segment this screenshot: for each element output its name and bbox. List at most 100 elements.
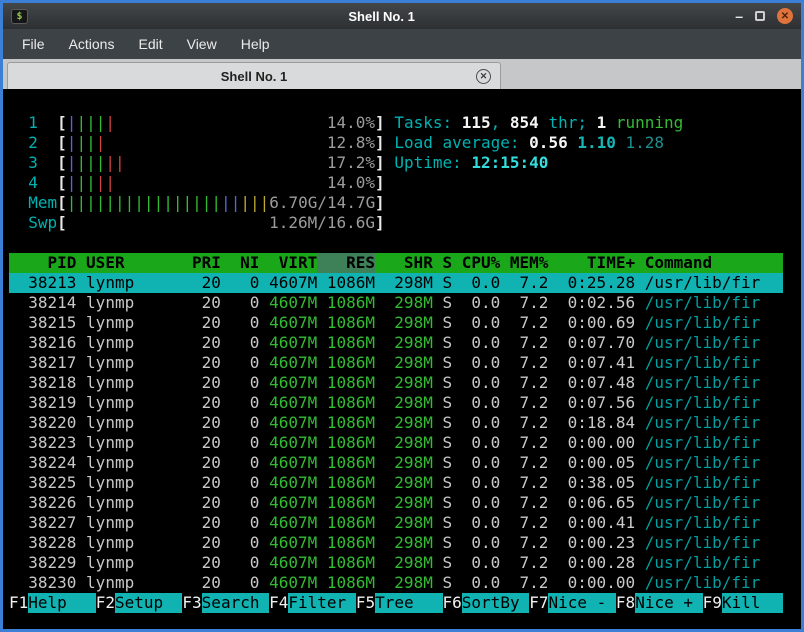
cell-user: lynmp <box>86 333 135 352</box>
window-title: Shell No. 1 <box>348 8 415 24</box>
cell-mem: 7.2 <box>519 293 549 312</box>
fkey-f9[interactable]: F9 Kill <box>703 593 783 613</box>
column-header-s[interactable]: S <box>433 253 452 273</box>
column-header-cmd[interactable]: Command <box>635 253 783 273</box>
cell-pid: 38227 <box>28 513 77 532</box>
cell-cpu: 0.0 <box>471 313 501 332</box>
cell-shr: 298M <box>394 553 433 572</box>
cell-virt: 4607M <box>269 553 318 572</box>
cell-user: lynmp <box>86 533 135 552</box>
column-header-res[interactable]: RES <box>317 253 376 273</box>
fkey-f6[interactable]: F6 SortBy <box>443 593 530 613</box>
cell-ni: 0 <box>249 493 260 512</box>
fkey-f8[interactable]: F8 Nice + <box>616 593 703 613</box>
column-header-ni[interactable]: NI <box>221 253 259 273</box>
process-row[interactable]: 38226 lynmp 20 0 4607M 1086M 298M S 0.0 7.2 0:06.6… <box>9 493 783 513</box>
column-header-mem[interactable]: MEM% <box>500 253 549 273</box>
cell-ni: 0 <box>249 373 260 392</box>
cell-user: lynmp <box>86 393 135 412</box>
process-table: 38213 lynmp 20 0 4607M 1086M 298M S 0.0 7.2 0:25.2… <box>9 273 783 593</box>
process-row[interactable]: 38224 lynmp 20 0 4607M 1086M 298M S 0.0 7.2 0:00.0… <box>9 453 783 473</box>
column-header-shr[interactable]: SHR <box>375 253 433 273</box>
meter-3: 3[| | | | | | 17.2%] <box>28 153 385 172</box>
process-row[interactable]: 38227 lynmp 20 0 4607M 1086M 298M S 0.0 7.2 0:00.4… <box>9 513 783 533</box>
fkey-f3[interactable]: F3 Search <box>182 593 270 613</box>
column-header-pid[interactable]: PID <box>9 253 77 273</box>
process-row[interactable]: 38230 lynmp 20 0 4607M 1086M 298M S 0.0 7.2 0:00.0… <box>9 573 783 593</box>
cell-mem: 7.2 <box>519 553 549 572</box>
cell-ni: 0 <box>249 553 260 572</box>
close-button[interactable]: ✕ <box>777 8 793 24</box>
process-row[interactable]: 38216 lynmp 20 0 4607M 1086M 298M S 0.0 7.2 0:07.7… <box>9 333 783 353</box>
tab-close-icon[interactable]: ✕ <box>476 68 491 84</box>
cell-res: 1086M <box>326 513 376 532</box>
cell-cpu: 0.0 <box>471 333 501 352</box>
cell-shr: 298M <box>394 393 433 412</box>
column-header-cpu[interactable]: CPU% <box>452 253 501 273</box>
cell-pri: 20 <box>201 553 221 572</box>
cell-shr: 298M <box>394 293 433 312</box>
meter-mem: Mem[| | | | | | | | | | | | | | | | | | | | | 6.70G/14.7G] <box>28 193 385 212</box>
cell-res: 1086M <box>326 493 376 512</box>
cell-time: 0:00.69 <box>567 313 636 332</box>
fkey-f4[interactable]: F4 Filter <box>269 593 356 613</box>
cell-cmd: /usr/lib/fir <box>644 373 761 392</box>
tab-label: Shell No. 1 <box>220 68 288 84</box>
process-row[interactable]: 38220 lynmp 20 0 4607M 1086M 298M S 0.0 7.2 0:18.8… <box>9 413 783 433</box>
process-row[interactable]: 38228 lynmp 20 0 4607M 1086M 298M S 0.0 7.2 0:00.2… <box>9 533 783 553</box>
cell-pid: 38218 <box>28 373 77 392</box>
fkey-f7[interactable]: F7 Nice - <box>529 593 616 613</box>
cell-res: 1086M <box>326 573 376 592</box>
cell-res: 1086M <box>326 333 376 352</box>
cell-cmd: /usr/lib/fir <box>644 353 761 372</box>
cell-ni: 0 <box>249 453 260 472</box>
cell-res: 1086M <box>326 273 376 292</box>
cpu-memory-meters: 1[| | | | | 14.0%] 2[| | | | 12.8%] 3[| | | | | | 17.2%] 4… <box>9 113 385 233</box>
menu-view[interactable]: View <box>176 32 228 56</box>
cell-cmd: /usr/lib/fir <box>644 393 761 412</box>
cell-user: lynmp <box>86 413 135 432</box>
cell-s: S <box>442 513 453 532</box>
menu-file[interactable]: File <box>11 32 56 56</box>
process-row[interactable]: 38217 lynmp 20 0 4607M 1086M 298M S 0.0 7.2 0:07.4… <box>9 353 783 373</box>
cell-cpu: 0.0 <box>471 433 501 452</box>
cell-time: 0:18.84 <box>567 413 636 432</box>
menu-edit[interactable]: Edit <box>127 32 173 56</box>
cell-pid: 38217 <box>28 353 77 372</box>
minimize-button[interactable]: – <box>735 9 743 23</box>
column-header-time[interactable]: TIME+ <box>548 253 635 273</box>
meter-1: 1[| | | | | 14.0%] <box>28 113 385 132</box>
process-row[interactable]: 38214 lynmp 20 0 4607M 1086M 298M S 0.0 7.2 0:02.5… <box>9 293 783 313</box>
process-row[interactable]: 38223 lynmp 20 0 4607M 1086M 298M S 0.0 7.2 0:00.0… <box>9 433 783 453</box>
process-row[interactable]: 38229 lynmp 20 0 4607M 1086M 298M S 0.0 7.2 0:00.2… <box>9 553 783 573</box>
process-row[interactable]: 38215 lynmp 20 0 4607M 1086M 298M S 0.0 7.2 0:00.6… <box>9 313 783 333</box>
menu-help[interactable]: Help <box>230 32 281 56</box>
cell-res: 1086M <box>326 373 376 392</box>
titlebar[interactable]: $ Shell No. 1 – ✕ <box>3 3 801 29</box>
cell-shr: 298M <box>394 433 433 452</box>
process-row[interactable]: 38219 lynmp 20 0 4607M 1086M 298M S 0.0 7.2 0:07.5… <box>9 393 783 413</box>
menu-actions[interactable]: Actions <box>58 32 126 56</box>
system-info: Tasks: 115, 854 thr; 1 running Load average: 0… <box>394 113 683 233</box>
maximize-button[interactable] <box>755 11 765 21</box>
cell-ni: 0 <box>249 333 260 352</box>
process-row[interactable]: 38218 lynmp 20 0 4607M 1086M 298M S 0.0 7.2 0:07.4… <box>9 373 783 393</box>
process-row[interactable]: 38213 lynmp 20 0 4607M 1086M 298M S 0.0 7.2 0:25.2… <box>9 273 783 293</box>
cell-virt: 4607M <box>269 373 318 392</box>
column-header-virt[interactable]: VIRT <box>259 253 318 273</box>
cell-pid: 38225 <box>28 473 77 492</box>
column-header-user[interactable]: USER <box>76 253 182 273</box>
cell-time: 0:06.65 <box>567 493 636 512</box>
fkey-f5[interactable]: F5 Tree <box>356 593 443 613</box>
fkey-f2[interactable]: F2 Setup <box>96 593 183 613</box>
cell-ni: 0 <box>249 533 260 552</box>
column-header-pri[interactable]: PRI <box>182 253 221 273</box>
tab-shell[interactable]: Shell No. 1 ✕ <box>7 62 501 89</box>
cell-cmd: /usr/lib/fir <box>644 533 761 552</box>
fkey-f1[interactable]: F1 Help <box>9 593 96 613</box>
cell-cpu: 0.0 <box>471 373 501 392</box>
cell-res: 1086M <box>326 313 376 332</box>
cell-res: 1086M <box>326 453 376 472</box>
process-row[interactable]: 38225 lynmp 20 0 4607M 1086M 298M S 0.0 7.2 0:38.0… <box>9 473 783 493</box>
cell-pri: 20 <box>201 333 221 352</box>
